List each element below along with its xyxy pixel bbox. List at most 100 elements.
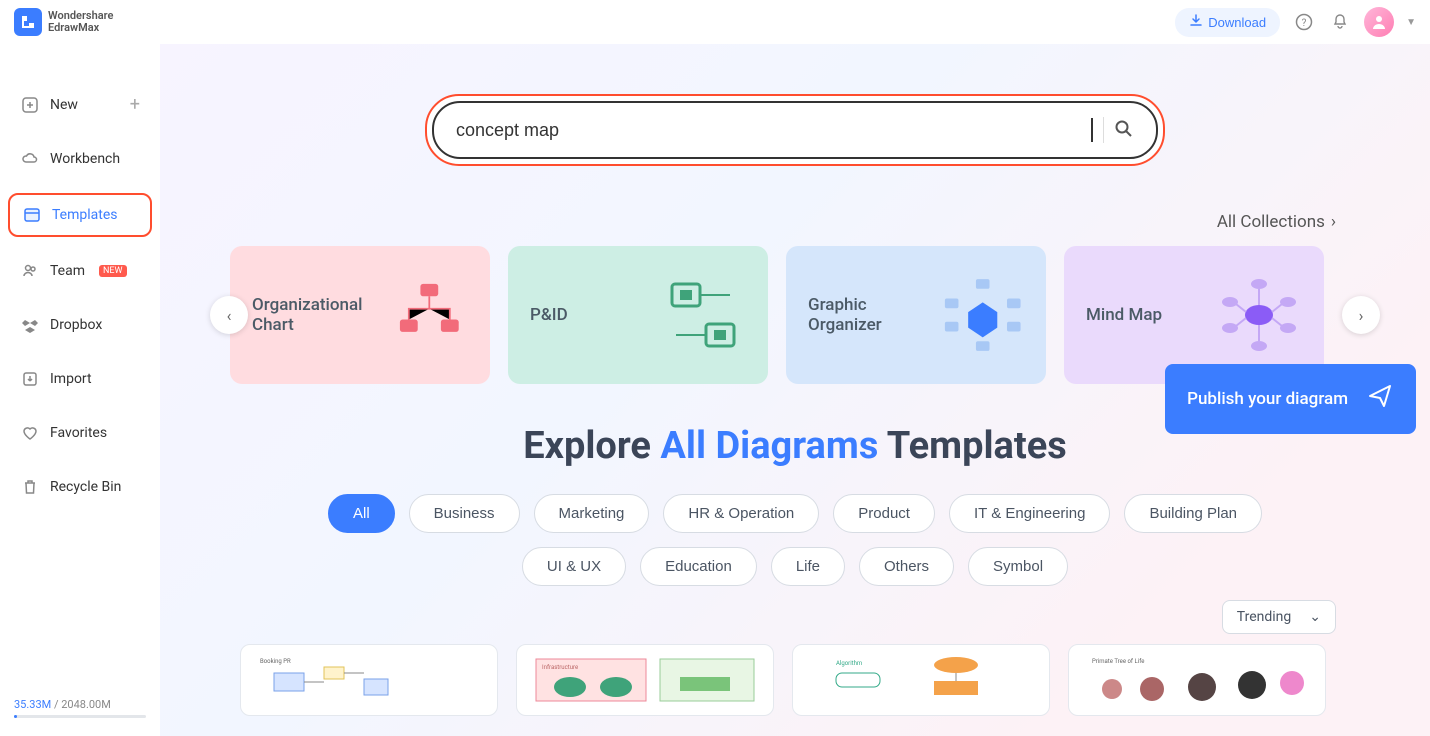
category-card-label: Organizational Chart (252, 295, 391, 335)
sidebar-item-label: Import (50, 371, 92, 387)
search-bar[interactable] (432, 101, 1158, 159)
category-card-label: Graphic Organizer (808, 295, 941, 335)
templates-icon (22, 205, 42, 225)
chevron-right-icon: › (1359, 306, 1364, 325)
filter-tag-life[interactable]: Life (771, 547, 845, 586)
template-card[interactable]: Algorithm (792, 644, 1050, 716)
filter-tag-all[interactable]: All (328, 494, 395, 533)
sidebar-item-workbench[interactable]: Workbench (8, 139, 152, 179)
filter-tag-building-plan[interactable]: Building Plan (1124, 494, 1262, 533)
sidebar-item-team[interactable]: Team NEW (8, 251, 152, 291)
filter-tag-hr-operation[interactable]: HR & Operation (663, 494, 819, 533)
explore-prefix: Explore (523, 424, 660, 468)
template-thumbnail: Algorithm (801, 653, 1041, 707)
storage-sep: / (51, 698, 61, 711)
sidebar-item-label: Templates (52, 207, 118, 223)
template-thumbnail: Primate Tree of Life (1077, 653, 1317, 707)
category-card-graphic-organizer[interactable]: Graphic Organizer (786, 246, 1046, 384)
search-icon (1114, 127, 1134, 142)
search-button[interactable] (1114, 119, 1134, 142)
filter-tag-it-engineering[interactable]: IT & Engineering (949, 494, 1110, 533)
brand-line2: EdrawMax (48, 22, 113, 34)
help-icon[interactable]: ? (1292, 10, 1316, 34)
topbar: Wondershare EdrawMax Download ? ▼ (0, 0, 1430, 44)
dropbox-icon (20, 315, 40, 335)
filter-tag-business[interactable]: Business (409, 494, 520, 533)
graphic-organizer-icon (941, 272, 1024, 358)
sidebar-item-dropbox[interactable]: Dropbox (8, 305, 152, 345)
trash-icon (20, 477, 40, 497)
template-grid: Booking PR Infrastructure Algorithm Prim… (200, 644, 1390, 716)
publish-cta-label: Publish your diagram (1187, 388, 1348, 410)
sidebar: New + Workbench Templates Team NEW (0, 44, 160, 736)
all-collections-link[interactable]: All Collections › (200, 212, 1336, 232)
svg-text:?: ? (1302, 18, 1307, 29)
category-card-label: P&ID (530, 305, 568, 325)
explore-suffix: Templates (878, 424, 1066, 468)
sort-select[interactable]: Trending ⌄ (1222, 600, 1336, 634)
cloud-icon (20, 149, 40, 169)
template-card[interactable]: Primate Tree of Life (1068, 644, 1326, 716)
download-button[interactable]: Download (1175, 8, 1280, 37)
sidebar-item-label: New (50, 97, 78, 113)
sidebar-item-templates[interactable]: Templates (8, 193, 152, 237)
mind-map-icon (1216, 272, 1302, 358)
download-icon (1189, 14, 1203, 31)
storage-used: 35.33M (14, 698, 51, 711)
filter-tag-education[interactable]: Education (640, 547, 757, 586)
brand-logo[interactable]: Wondershare EdrawMax (14, 8, 113, 36)
template-thumbnail: Infrastructure (525, 653, 765, 707)
filter-tag-ui-ux[interactable]: UI & UX (522, 547, 626, 586)
sidebar-item-label: Favorites (50, 425, 107, 441)
template-card[interactable]: Infrastructure (516, 644, 774, 716)
sidebar-item-label: Workbench (50, 151, 120, 167)
filter-tag-others[interactable]: Others (859, 547, 954, 586)
sidebar-item-label: Dropbox (50, 317, 102, 333)
sidebar-item-import[interactable]: Import (8, 359, 152, 399)
carousel-next-button[interactable]: › (1342, 296, 1380, 334)
brand-logo-icon (14, 8, 42, 36)
sidebar-item-label: Team (50, 263, 85, 279)
sidebar-item-label: Recycle Bin (50, 479, 121, 495)
avatar-menu-caret-icon[interactable]: ▼ (1406, 17, 1416, 28)
category-card-org-chart[interactable]: Organizational Chart (230, 246, 490, 384)
template-card[interactable]: Booking PR (240, 644, 498, 716)
carousel-prev-button[interactable]: ‹ (210, 296, 248, 334)
filter-tag-marketing[interactable]: Marketing (534, 494, 650, 533)
download-label: Download (1208, 15, 1266, 30)
category-card-pid[interactable]: P&ID (508, 246, 768, 384)
all-collections-label: All Collections (1217, 212, 1325, 232)
category-card-label: Mind Map (1086, 305, 1162, 325)
sidebar-item-recycle-bin[interactable]: Recycle Bin (8, 467, 152, 507)
search-input[interactable] (456, 120, 1085, 141)
search-separator (1103, 117, 1104, 143)
storage-bar (14, 715, 146, 718)
avatar[interactable] (1364, 7, 1394, 37)
text-cursor (1091, 118, 1093, 142)
template-thumbnail: Booking PR (249, 653, 489, 707)
chevron-left-icon: ‹ (227, 306, 232, 325)
add-icon[interactable]: + (130, 94, 140, 115)
sidebar-item-favorites[interactable]: Favorites (8, 413, 152, 453)
bell-icon[interactable] (1328, 10, 1352, 34)
chevron-right-icon: › (1331, 212, 1336, 232)
pid-icon (660, 272, 746, 358)
publish-diagram-cta[interactable]: Publish your diagram (1165, 364, 1416, 434)
svg-text:Infrastructure: Infrastructure (542, 664, 578, 671)
sidebar-item-new[interactable]: New + (8, 84, 152, 125)
sort-selected-label: Trending (1237, 609, 1292, 625)
svg-text:Booking PR: Booking PR (260, 658, 291, 665)
main-content: All Collections › ‹ Organizational Chart… (160, 44, 1430, 736)
filter-tag-product[interactable]: Product (833, 494, 935, 533)
filter-tags-row2: UI & UX Education Life Others Symbol (200, 547, 1390, 586)
plus-square-icon (20, 95, 40, 115)
svg-text:Algorithm: Algorithm (836, 660, 862, 667)
explore-highlight: All Diagrams (660, 424, 878, 468)
search-highlight-ring (425, 94, 1165, 166)
storage-total: 2048.00M (61, 698, 111, 711)
new-badge: NEW (99, 265, 127, 277)
heart-icon (20, 423, 40, 443)
storage-indicator: 35.33M / 2048.00M (8, 698, 152, 728)
filter-tag-symbol[interactable]: Symbol (968, 547, 1068, 586)
import-icon (20, 369, 40, 389)
